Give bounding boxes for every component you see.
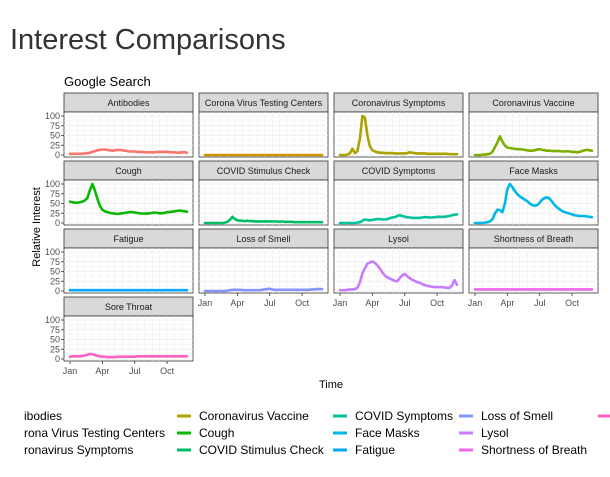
y-tick-label: 50 [50,335,60,345]
facet-label: Lysol [388,234,409,244]
y-tick-label: 50 [50,199,60,209]
y-tick-label: 25 [50,208,60,218]
legend-label: ibodies [24,409,62,423]
x-tick-label: Apr [95,366,109,376]
facet-label: Coronavirus Symptoms [352,98,446,108]
y-tick-label: 100 [45,179,60,189]
y-tick-label: 100 [45,315,60,325]
facet-label: Loss of Smell [236,234,290,244]
y-tick-label: 0 [55,218,60,228]
legend-label: Lysol [481,426,509,440]
legend-label: COVID Symptoms [355,409,453,423]
legend-label: Loss of Smell [481,409,553,423]
x-tick-label: Jul [264,298,276,308]
x-tick-label: Oct [565,298,580,308]
x-tick-label: Jul [129,366,141,376]
x-tick-label: Jul [399,298,411,308]
y-tick-label: 50 [50,131,60,141]
facet-label: Sore Throat [105,302,153,312]
y-axis-title: Relative Interest [31,187,43,266]
legend-label: Fatigue [355,443,395,457]
y-tick-label: 0 [55,286,60,296]
y-tick-label: 100 [45,111,60,121]
y-tick-label: 75 [50,257,60,267]
legend-label: ronavirus Symptoms [24,443,133,457]
x-tick-label: Jan [198,298,213,308]
facet-label: Antibodies [107,98,150,108]
x-tick-label: Oct [160,366,175,376]
facet-label: COVID Stimulus Check [217,166,311,176]
legend-label: Shortness of Breath [481,443,587,457]
y-tick-label: 25 [50,276,60,286]
x-tick-label: Jul [534,298,546,308]
x-tick-label: Oct [295,298,310,308]
y-tick-label: 50 [50,267,60,277]
y-tick-label: 100 [45,247,60,257]
x-tick-label: Jan [468,298,483,308]
facet-label: Face Masks [509,166,558,176]
facet-label: Shortness of Breath [494,234,574,244]
legend-label: Coronavirus Vaccine [199,409,309,423]
faceted-line-chart: Google SearchAntibodies0255075100Corona … [24,74,610,457]
facet-label: Corona Virus Testing Centers [205,98,323,108]
legend-label: rona Virus Testing Centers [24,426,165,440]
x-tick-label: Apr [500,298,514,308]
y-tick-label: 75 [50,121,60,131]
facet-label: Fatigue [113,234,143,244]
y-tick-label: 75 [50,189,60,199]
facet-label: Coronavirus Vaccine [492,98,574,108]
y-tick-label: 25 [50,140,60,150]
x-tick-label: Oct [430,298,445,308]
x-tick-label: Apr [230,298,244,308]
x-tick-label: Apr [365,298,379,308]
legend-label: Face Masks [355,426,420,440]
x-axis-title: Time [319,379,343,391]
x-tick-label: Jan [333,298,348,308]
y-tick-label: 0 [55,354,60,364]
legend-label: COVID Stimulus Check [199,443,325,457]
facet-label: COVID Symptoms [362,166,436,176]
y-tick-label: 75 [50,325,60,335]
x-tick-label: Jan [63,366,78,376]
chart-title: Google Search [64,74,151,89]
y-tick-label: 25 [50,344,60,354]
facet-label: Cough [115,166,142,176]
y-tick-label: 0 [55,150,60,160]
legend-label: Cough [199,426,234,440]
